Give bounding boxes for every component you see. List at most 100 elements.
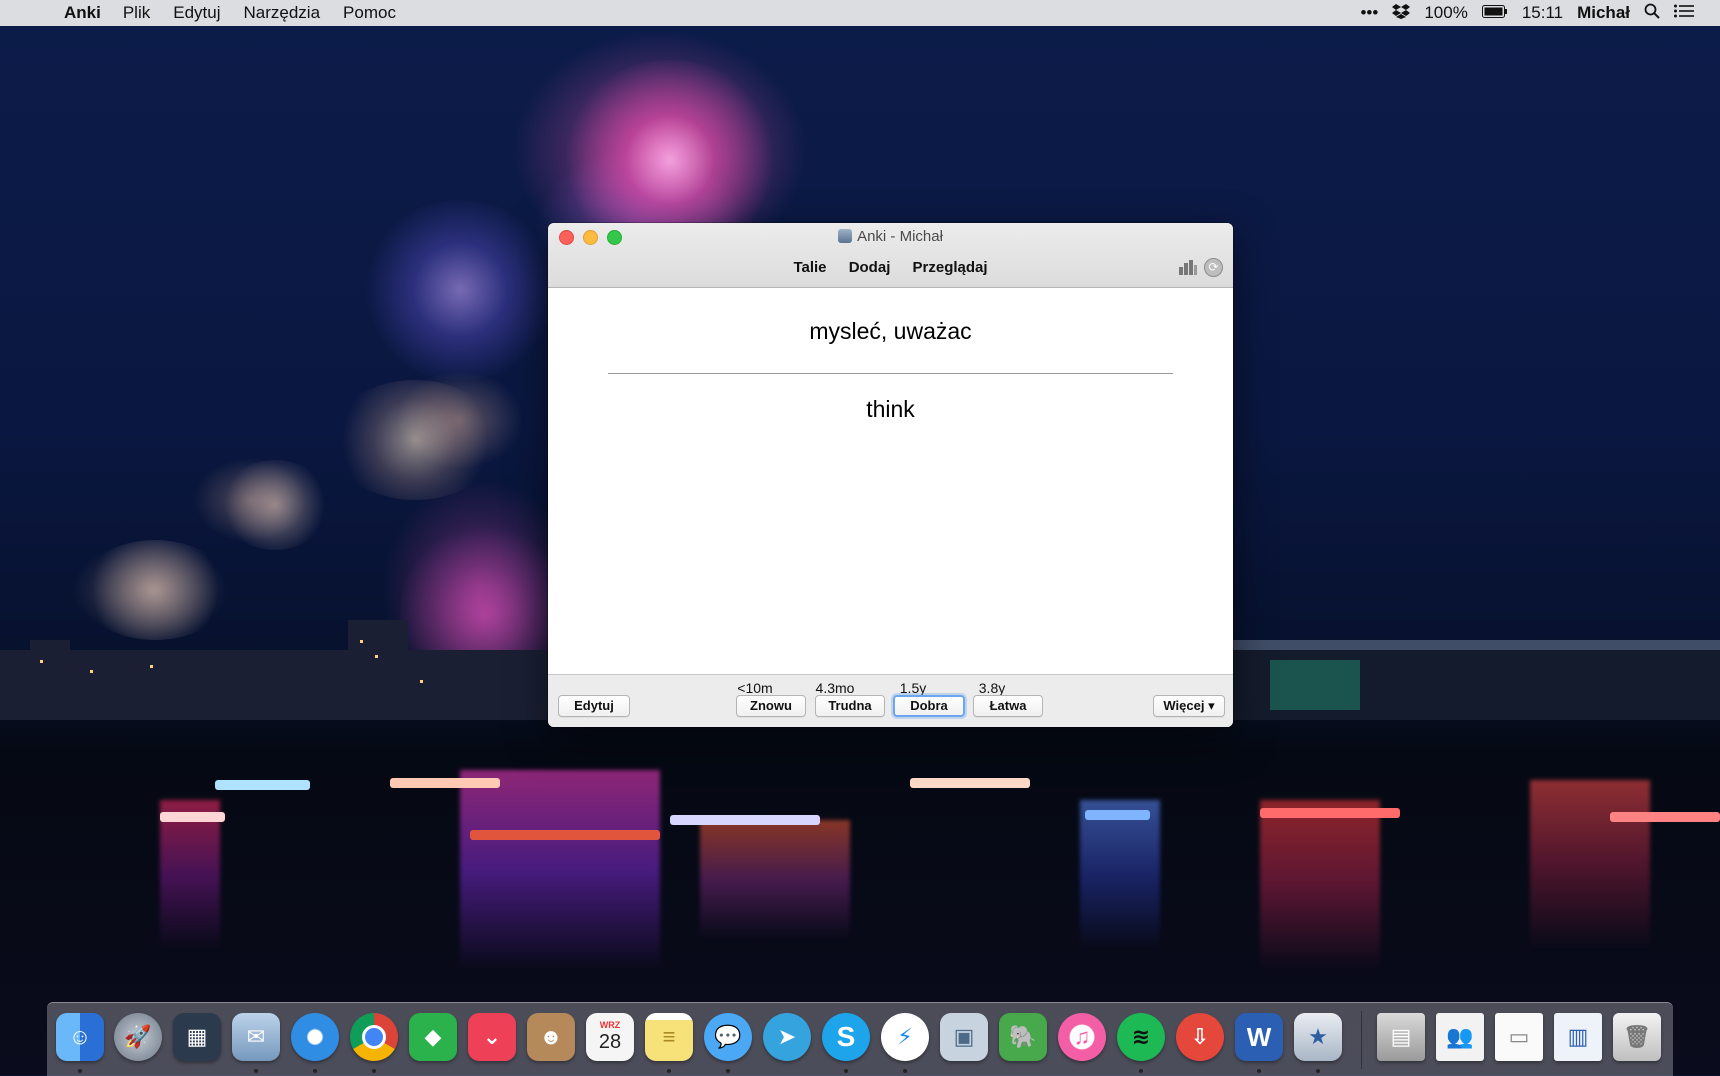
transmit-icon[interactable]: ⇩ [1176,1013,1224,1061]
preview-icon[interactable]: ▣ [940,1013,988,1061]
water-reflection [700,820,850,940]
card-question: mysleć, uważac [809,318,972,344]
messenger-icon[interactable]: ⚡ [881,1013,929,1061]
answer-divider [608,373,1173,374]
water-reflection [1260,800,1380,970]
card-view: mysleć, uważac think [548,288,1233,674]
interval-good: 1.5y [899,680,927,696]
spotlight-search-icon[interactable] [1644,3,1660,24]
spotify-icon[interactable]: ≋ [1117,1013,1165,1061]
messages-icon[interactable]: 💬 [704,1013,752,1061]
calendar-day: 28 [598,1031,622,1053]
menu-edytuj[interactable]: Edytuj [173,3,220,23]
hard-button[interactable]: Trudna [815,695,885,717]
toolbar-browse[interactable]: Przeglądaj [913,259,988,276]
boat [215,780,310,790]
boat [1085,810,1150,820]
document-stack-icon[interactable]: ▭ [1495,1013,1543,1061]
boat [390,778,500,788]
card-answer: think [866,396,915,422]
easy-button[interactable]: Łatwa [973,695,1043,717]
sync-icon[interactable]: ⟳ [1204,258,1223,277]
building [30,640,70,660]
firework-burst [330,380,500,500]
finder-icon[interactable]: ☺ [56,1013,104,1061]
menu-plik[interactable]: Plik [123,3,150,23]
skype-icon[interactable]: S [822,1013,870,1061]
city-light [375,655,378,658]
more-icon[interactable]: ••• [1360,3,1378,23]
calendar-month: WRZ [599,1020,621,1030]
stats-icon[interactable] [1179,259,1197,275]
water-reflection [160,800,220,950]
running-indicator [903,1069,907,1073]
good-button[interactable]: Dobra [893,695,965,717]
again-button[interactable]: Znowu [736,695,806,717]
firework-burst [360,200,560,380]
dock-separator [1361,1011,1362,1069]
mail-icon[interactable]: ✉ [232,1013,280,1061]
trash-icon[interactable]: 🗑 [1613,1013,1661,1061]
notes-icon[interactable]: ≡ [645,1013,693,1061]
document-stack-icon[interactable]: ▥ [1554,1013,1602,1061]
city-light [150,665,153,668]
calendar-icon[interactable]: WRZ 28 [586,1013,634,1061]
battery-icon[interactable] [1481,3,1508,23]
water-reflection [1530,780,1650,950]
running-indicator [372,1069,376,1073]
building [285,655,305,675]
toolbar-add[interactable]: Dodaj [849,259,891,276]
toolbar-decks[interactable]: Talie [793,259,826,276]
status-area: ••• 100% 15:11 Michał [1360,3,1694,24]
firework-burst [80,540,230,640]
dropbox-icon[interactable] [1392,3,1411,24]
launchpad-icon[interactable]: 🚀 [114,1013,162,1061]
chrome-icon[interactable] [350,1013,398,1061]
clock[interactable]: 15:11 [1522,3,1563,23]
word-icon[interactable]: W [1235,1013,1283,1061]
main-toolbar: Talie Dodaj Przeglądaj [548,259,1233,276]
boat [160,812,225,822]
menu-narzedzia[interactable]: Narzędzia [244,3,321,23]
dock: ☺ 🚀 ▦ ✉ ✧ ◆ ⌄ ☻ WRZ 28 ≡ 💬 ➤ S ⚡ ▣ 🐘 ♫ ≋… [47,1002,1673,1076]
safari-icon[interactable]: ✧ [291,1013,339,1061]
pocket-icon[interactable]: ⌄ [468,1013,516,1061]
menu-pomoc[interactable]: Pomoc [343,3,396,23]
running-indicator [78,1069,82,1073]
bridge [1233,640,1720,650]
title-bar[interactable]: Anki - Michał Talie Dodaj Przeglądaj ⟳ [548,223,1233,288]
more-button[interactable]: Więcej ▾ [1153,695,1225,717]
water-reflection [460,770,660,970]
city-light [360,640,363,643]
feedly-icon[interactable]: ◆ [409,1013,457,1061]
boat [1610,812,1720,822]
mission-control-icon[interactable]: ▦ [173,1013,221,1061]
running-indicator [254,1069,258,1073]
interval-again: <10m [737,680,773,696]
anki-app-icon [838,229,853,243]
city-light [90,670,93,673]
edit-button[interactable]: Edytuj [558,695,630,717]
telegram-icon[interactable]: ➤ [763,1013,811,1061]
notification-center-icon[interactable] [1674,3,1694,23]
city-light [40,660,43,663]
review-bottom-bar: Edytuj <10m Znowu 4.3mo Trudna 1.5y Dobr… [548,674,1233,727]
downloads-stack-icon[interactable]: ▤ [1377,1013,1425,1061]
window-title-text: Anki - Michał [857,228,943,245]
evernote-icon[interactable]: 🐘 [999,1013,1047,1061]
running-indicator [844,1069,848,1073]
city-light [420,680,423,683]
water-reflection [1080,800,1160,950]
user-name[interactable]: Michał [1577,3,1630,23]
running-indicator [1139,1069,1143,1073]
running-indicator [313,1069,317,1073]
interval-easy: 3.8y [978,680,1006,696]
building [348,620,408,660]
contacts-icon[interactable]: ☻ [527,1013,575,1061]
document-stack-icon[interactable]: 👥 [1436,1013,1484,1061]
bridge-light [1270,660,1360,710]
anki-icon[interactable]: ★ [1294,1013,1342,1061]
menu-app-name[interactable]: Anki [64,3,101,23]
boat [1260,808,1400,818]
itunes-icon[interactable]: ♫ [1058,1013,1106,1061]
